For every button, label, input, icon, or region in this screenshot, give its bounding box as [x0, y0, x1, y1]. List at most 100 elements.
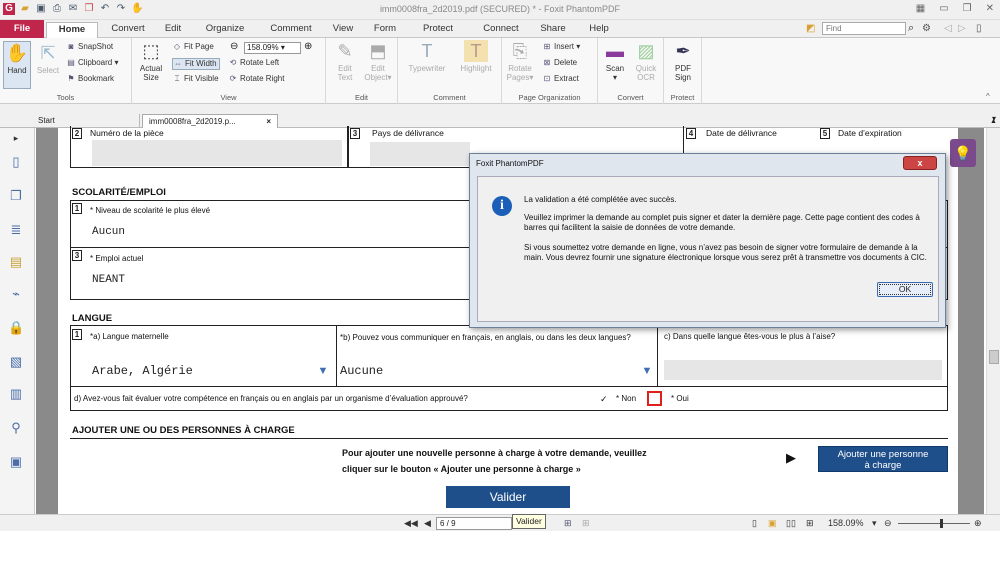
layers-icon[interactable]: ≣ [8, 222, 24, 238]
clipboard-button[interactable]: ▤ Clipboard ▾ [66, 58, 118, 68]
minimize-icon[interactable]: ▭ [939, 3, 948, 14]
highlight-button[interactable]: T Highlight [454, 40, 498, 73]
tab-protect[interactable]: Protect [418, 22, 458, 38]
emploi-input[interactable]: NEANT [92, 274, 125, 286]
select-button[interactable]: ⇱ Select [34, 42, 62, 75]
tab-home[interactable]: Home [46, 22, 98, 38]
insert-button[interactable]: ⊞ Insert ▾ [542, 42, 581, 52]
zoom-slider[interactable] [898, 523, 970, 524]
vertical-scrollbar[interactable]: ▲ [986, 118, 1000, 514]
snapshot-button[interactable]: ◙ SnapShot [66, 42, 114, 52]
rotate-left-button[interactable]: ⟲ Rotate Left [228, 58, 280, 68]
fit-width-button[interactable]: ⇔ Fit Width [172, 58, 220, 70]
tools-group-label: Tools [56, 93, 75, 102]
zoom-out-icon[interactable]: ⊖ [230, 41, 238, 52]
prev-result-icon[interactable]: ◁ [944, 23, 952, 34]
next-result-icon[interactable]: ▷ [958, 23, 966, 34]
collapse-ribbon-icon[interactable]: ^ [986, 92, 990, 101]
prev-page-icon[interactable]: ◀ [424, 518, 431, 529]
tab-form[interactable]: Form [370, 22, 400, 38]
zoom-out-icon[interactable]: ⊖ [884, 518, 892, 529]
scroll-thumb[interactable] [989, 350, 999, 364]
doc-menu-icon[interactable]: ▯ [976, 23, 982, 34]
tab-view[interactable]: View [328, 22, 358, 38]
zoom-dropdown-icon[interactable]: ▾ [872, 518, 877, 529]
dialog-close-button[interactable]: x [903, 156, 937, 170]
piece-input[interactable] [92, 140, 342, 166]
ribbon-display-icon[interactable]: ▦ [916, 3, 925, 14]
insert-icon: ⊞ [543, 42, 551, 51]
delete-button[interactable]: ⊠ Delete [542, 58, 577, 68]
chevron-down-icon[interactable]: ▼ [316, 364, 330, 378]
next-view-icon[interactable]: ⊞ [564, 518, 572, 529]
langue-b-select[interactable]: Aucune [340, 364, 383, 378]
tab-edit[interactable]: Edit [158, 22, 188, 38]
search-tips-icon[interactable]: ◩ [806, 23, 815, 34]
continuous-facing-icon[interactable]: ⊞ [806, 518, 814, 529]
continuous-page-icon[interactable]: ▣ [768, 518, 777, 529]
page-icon[interactable]: ▯ [8, 154, 24, 170]
typewriter-button[interactable]: T Typewriter [404, 40, 450, 73]
hand-button[interactable]: ✋ Hand [3, 41, 31, 89]
field-number: 2 [72, 128, 82, 139]
pages-thumbnail-icon[interactable]: ❐ [8, 188, 24, 204]
rotate-right-button[interactable]: ⟳ Rotate Right [228, 74, 285, 84]
page-number-input[interactable]: 6 / 9 [436, 517, 512, 530]
lightbulb-icon[interactable]: 💡 [950, 139, 976, 167]
tab-convert[interactable]: Convert [104, 22, 152, 38]
zoom-in-icon[interactable]: ⊕ [304, 41, 312, 52]
zoom-slider-thumb[interactable] [940, 519, 943, 528]
rotate-pages-button[interactable]: ⎘ Rotate Pages▾ [504, 40, 536, 82]
convert-group: ▬ Scan ▾ ▨ Quick OCR Convert [598, 38, 664, 104]
expand-panel-icon[interactable]: ▸ [8, 130, 24, 146]
validate-button[interactable]: Valider [446, 486, 570, 508]
zoom-in-icon[interactable]: ⊕ [974, 518, 982, 529]
scroll-up-icon[interactable]: ▲ [990, 118, 997, 125]
zoom-select[interactable]: 158.09% ▾ [244, 42, 301, 54]
edit-text-button[interactable]: ✎ Edit Text [330, 40, 360, 82]
comments-icon[interactable]: ▤ [8, 254, 24, 270]
fields-icon[interactable]: ▥ [8, 386, 24, 402]
zoom-level[interactable]: 158.09% [828, 518, 864, 529]
close-icon[interactable]: ✕ [986, 3, 994, 14]
title-bar: G ▰ ▣ ⎙ ✉ ❐ ↶ ↷ ✋ imm0008fra_2d2019.pdf … [0, 0, 1000, 20]
page-info-icon[interactable]: ▧ [8, 354, 24, 370]
langue-c-input[interactable] [664, 360, 942, 380]
fit-page-button[interactable]: ◇ Fit Page [172, 42, 214, 52]
tab-file[interactable]: File [0, 20, 44, 38]
tab-help[interactable]: Help [586, 22, 612, 38]
tab-organize[interactable]: Organize [200, 22, 250, 38]
actual-size-button[interactable]: ⬚ Actual Size [136, 40, 166, 82]
edit-object-button[interactable]: ⬒ Edit Object▾ [362, 40, 394, 82]
tab-connect[interactable]: Connect [478, 22, 524, 38]
search-icon[interactable]: ⌕ [908, 22, 914, 35]
non-checkbox[interactable] [647, 391, 662, 406]
chevron-down-icon[interactable]: ▼ [640, 364, 654, 378]
restore-icon[interactable]: ❐ [963, 3, 972, 14]
tab-comment[interactable]: Comment [262, 22, 320, 38]
find-input[interactable]: Find [822, 22, 906, 35]
ok-button[interactable]: OK [877, 282, 933, 297]
prev-view-icon[interactable]: ⊞ [582, 518, 590, 529]
pdf-sign-button[interactable]: ✒ PDF Sign [668, 40, 698, 82]
content-icon[interactable]: ⚲ [8, 420, 24, 436]
lock-icon[interactable]: 🔒 [8, 320, 24, 336]
tab-share[interactable]: Share [536, 22, 570, 38]
add-dependent-button[interactable]: Ajouter une personne à charge [818, 446, 948, 472]
first-page-icon[interactable]: ◀◀ [404, 518, 418, 529]
quick-ocr-button[interactable]: ▨ Quick OCR [630, 40, 662, 82]
single-page-icon[interactable]: ▯ [752, 518, 757, 529]
attachment-icon[interactable]: ⌁ [8, 286, 24, 302]
facing-page-icon[interactable]: ▯▯ [786, 518, 796, 529]
charge-instructions-1: Pour ajouter une nouvelle personne à cha… [342, 448, 647, 458]
fit-visible-button[interactable]: ⌶ Fit Visible [172, 74, 219, 84]
scan-button[interactable]: ▬ Scan ▾ [600, 40, 630, 82]
pays-input[interactable] [370, 142, 470, 166]
maternelle-select[interactable]: Arabe, Algérie [92, 364, 193, 378]
niveau-select[interactable]: Aucun [92, 226, 125, 238]
niveau-label: * Niveau de scolarité le plus élevé [90, 206, 211, 215]
extract-button[interactable]: ⊡ Extract [542, 74, 579, 84]
settings-icon[interactable]: ⚙ [922, 23, 931, 34]
bookmark-button[interactable]: ⚑ Bookmark [66, 74, 114, 84]
signatures-icon[interactable]: ▣ [8, 454, 24, 470]
